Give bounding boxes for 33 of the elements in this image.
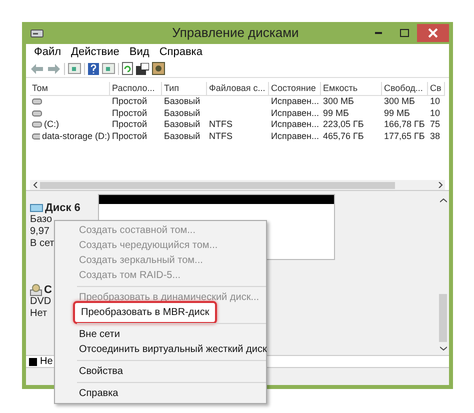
table-cell: 300 МБ	[323, 97, 354, 106]
table-cell: 75	[430, 120, 440, 130]
table-cell: 223,05 ГБ	[323, 120, 364, 130]
table-cell: Простой	[112, 97, 148, 106]
disk-name: C	[44, 284, 52, 296]
table-cell: Исправен...	[271, 108, 320, 118]
table-cell: 99 МБ	[323, 108, 349, 118]
table-cell: Базовый	[164, 132, 200, 141]
table-cell: Исправен...	[271, 97, 320, 106]
table-cell: Простой	[112, 108, 148, 118]
table-cell: Исправен...	[271, 132, 320, 141]
table-cell: Простой	[112, 132, 148, 141]
disk-name: Диск 6	[45, 202, 80, 214]
disk-info: Базо	[30, 214, 54, 226]
table-cell: 177,65 ГБ	[384, 132, 425, 141]
table-cell: (C:)	[44, 120, 59, 130]
table-cell: NTFS	[209, 120, 232, 130]
table-cell: 10	[430, 108, 440, 118]
table-cell: 465,76 ГБ	[323, 132, 364, 141]
table-cell: NTFS	[209, 132, 232, 141]
table-cell: data-storage (D:)	[42, 132, 110, 141]
table-cell: Исправен...	[271, 120, 320, 130]
table-cell: Базовый	[164, 108, 200, 118]
legend-label: Не	[40, 356, 53, 366]
table-cell: 99 МБ	[384, 108, 410, 118]
table-cell: 10	[430, 97, 440, 106]
table-cell: 166,78 ГБ	[384, 120, 425, 130]
table-cell: 300 МБ	[384, 97, 415, 106]
table-cell: Базовый	[164, 120, 200, 130]
window-title: Управление дисками	[172, 24, 299, 42]
table-cell: 38	[430, 132, 440, 141]
table-cell: Базовый	[164, 97, 200, 106]
table-cell: Простой	[112, 120, 148, 130]
